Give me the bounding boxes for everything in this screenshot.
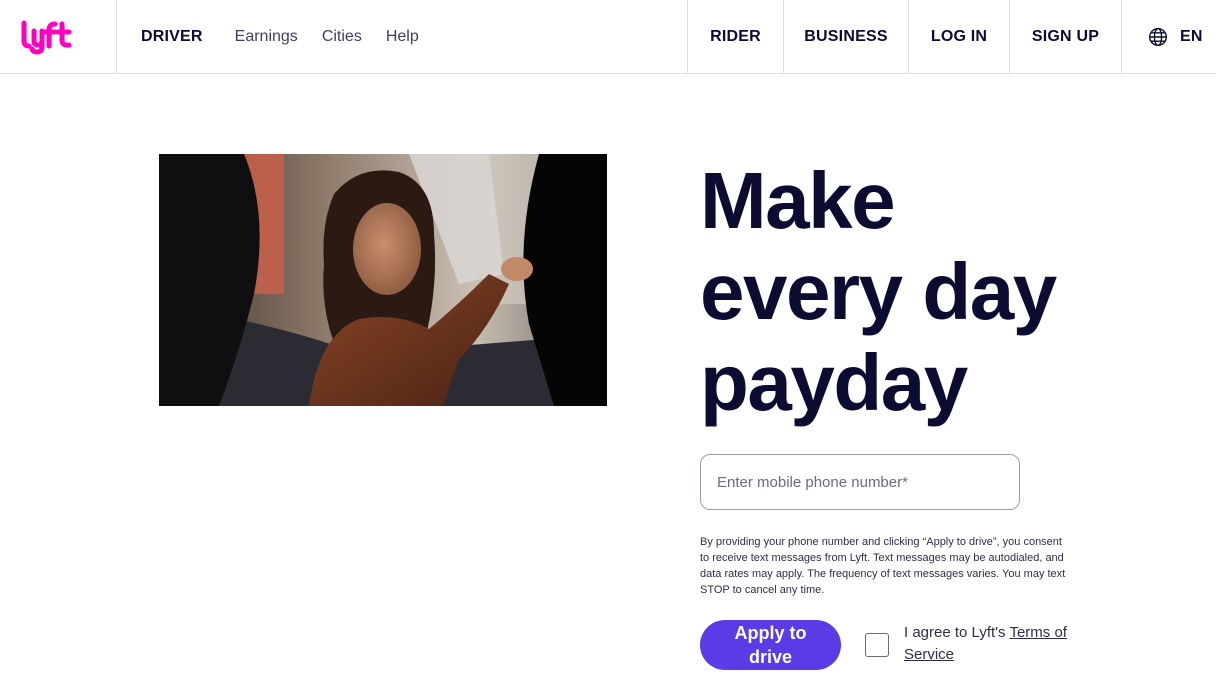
globe-icon [1148, 27, 1168, 46]
account-nav: RIDER BUSINESS LOG IN SIGN UP EN [687, 0, 1216, 73]
nav-business[interactable]: BUSINESS [783, 0, 908, 73]
headline-line-3: payday [700, 338, 968, 427]
headline-line-1: Make [700, 156, 896, 245]
terms-agree-label: I agree to Lyft's Terms of Service [904, 622, 1074, 666]
sign-up-link[interactable]: SIGN UP [1009, 0, 1121, 73]
language-code: EN [1180, 27, 1203, 45]
language-selector[interactable]: EN [1121, 0, 1216, 73]
lyft-logo[interactable] [20, 19, 74, 55]
driver-photo-illustration [159, 154, 607, 406]
top-navigation-bar: DRIVER Earnings Cities Help RIDER BUSINE… [0, 0, 1216, 74]
headline-line-2: every day [700, 247, 1057, 336]
phone-number-input[interactable] [700, 454, 1020, 510]
page-title: Make every day payday [700, 155, 1120, 428]
apply-to-drive-button[interactable]: Apply to drive [700, 620, 841, 670]
logo-cell [0, 0, 117, 73]
hero-driver-photo [159, 154, 607, 406]
log-in-link[interactable]: LOG IN [908, 0, 1009, 73]
sms-consent-disclaimer: By providing your phone number and click… [700, 536, 1066, 596]
nav-help[interactable]: Help [386, 28, 419, 46]
driver-nav: DRIVER Earnings Cities Help [117, 0, 687, 73]
terms-agree-checkbox[interactable] [865, 633, 889, 657]
nav-rider[interactable]: RIDER [687, 0, 783, 73]
nav-cities[interactable]: Cities [322, 28, 362, 46]
agree-prefix: I agree to Lyft's [904, 624, 1010, 641]
nav-earnings[interactable]: Earnings [235, 28, 298, 46]
nav-driver[interactable]: DRIVER [141, 28, 203, 46]
